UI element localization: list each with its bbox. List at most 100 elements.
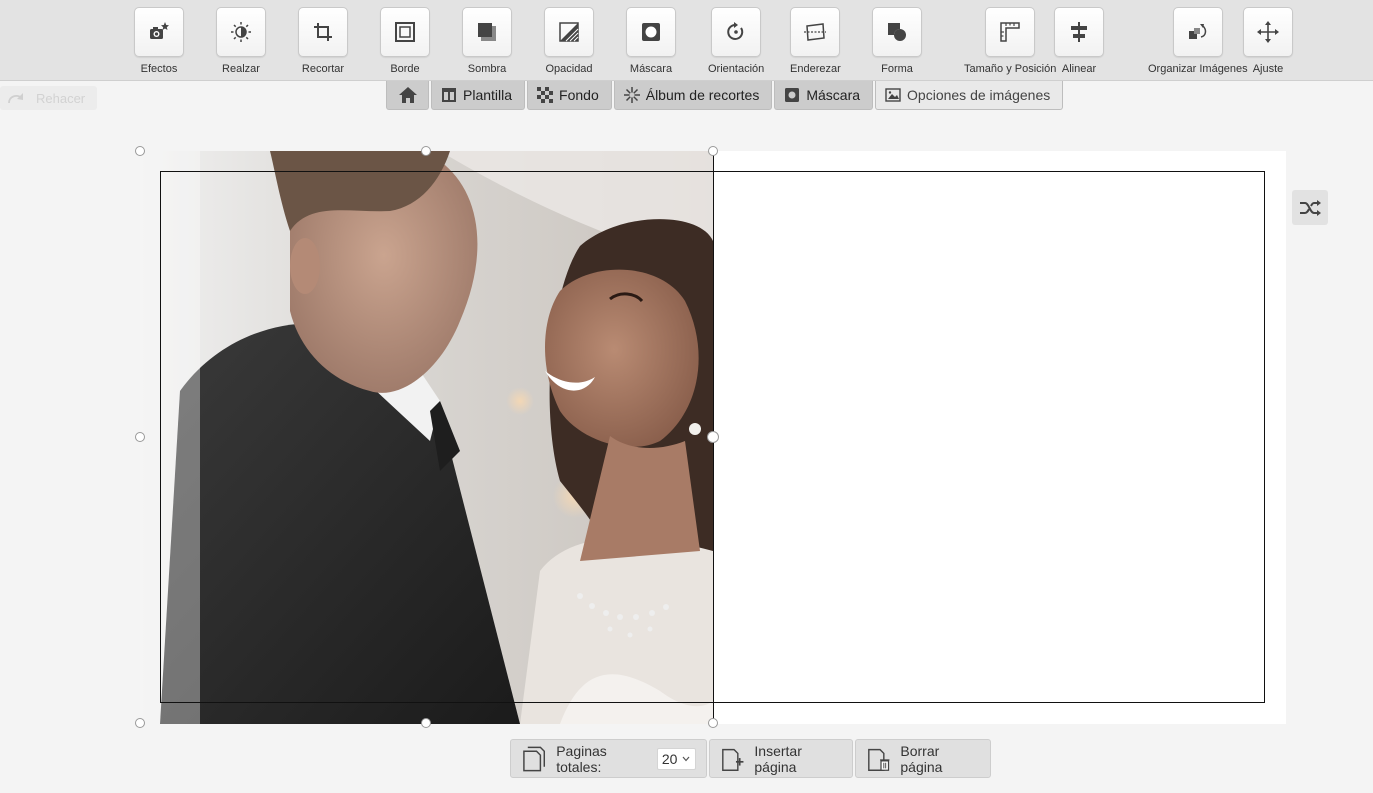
- tool-align-button[interactable]: [1054, 7, 1104, 57]
- tool-arrange-label: Organizar Imágenes: [1148, 63, 1248, 75]
- tab-template-label: Plantilla: [463, 87, 513, 103]
- resize-handle-bottom[interactable]: [421, 718, 431, 728]
- align-icon: [1071, 22, 1087, 42]
- resize-handle-top-right[interactable]: [708, 146, 718, 156]
- tool-orientation-label: Orientación: [708, 63, 765, 75]
- resize-handle-right[interactable]: [707, 431, 719, 443]
- redo-icon: [8, 93, 23, 104]
- trash-page-icon: [868, 748, 890, 771]
- total-pages-control: Paginas totales: 20: [510, 739, 707, 778]
- tab-template[interactable]: Plantilla: [431, 81, 526, 110]
- tool-enhance[interactable]: Realzar: [216, 7, 266, 75]
- tab-home[interactable]: [386, 81, 429, 110]
- tool-border-button[interactable]: [380, 7, 430, 57]
- checkerboard-icon: [537, 87, 554, 103]
- tool-straighten-label: Enderezar: [790, 63, 841, 75]
- tool-fit[interactable]: Ajuste: [1243, 7, 1293, 75]
- ruler-icon: [1000, 22, 1020, 42]
- border-icon: [395, 22, 415, 42]
- tool-shape-label: Forma: [881, 63, 913, 75]
- tool-straighten-button[interactable]: [790, 7, 841, 57]
- tab-scrapbook-label: Álbum de recortes: [645, 87, 760, 103]
- total-pages-value: 20: [661, 750, 678, 767]
- tab-scrapbook[interactable]: Álbum de recortes: [613, 81, 773, 110]
- tool-opacity[interactable]: Opacidad: [544, 7, 594, 75]
- tool-size-position[interactable]: Tamaño y Posición: [964, 7, 1056, 75]
- tab-image-options[interactable]: Opciones de imágenes: [875, 81, 1064, 110]
- photo-illustration: [140, 151, 713, 724]
- chevron-down-icon: [682, 756, 690, 761]
- home-icon: [398, 87, 417, 103]
- delete-page-button[interactable]: Borrar página: [855, 739, 991, 778]
- image-toolbar: Efectos Realzar Recortar Borde Sombra Op…: [0, 0, 1373, 81]
- redo-button[interactable]: Rehacer: [0, 86, 97, 110]
- tool-align-label: Alinear: [1061, 63, 1097, 75]
- shape-icon: [888, 23, 906, 41]
- mask-icon: [642, 23, 660, 41]
- tool-align[interactable]: Alinear: [1054, 7, 1104, 75]
- tool-size-position-label: Tamaño y Posición: [964, 63, 1057, 75]
- tool-mask-label: Máscara: [629, 63, 673, 75]
- tab-background[interactable]: Fondo: [527, 81, 612, 110]
- tool-effects[interactable]: Efectos: [134, 7, 184, 75]
- delete-page-label: Borrar página: [900, 742, 943, 775]
- camera-star-icon: [150, 22, 169, 39]
- rotate-icon: [727, 22, 744, 40]
- resize-handle-left[interactable]: [135, 432, 145, 442]
- pages-icon: [523, 746, 546, 771]
- tool-mask-button[interactable]: [626, 7, 676, 57]
- tab-image-options-label: Opciones de imágenes: [907, 87, 1051, 103]
- tool-enhance-button[interactable]: [216, 7, 266, 57]
- tool-shadow[interactable]: Sombra: [462, 7, 512, 75]
- tool-effects-label: Efectos: [140, 63, 178, 75]
- redo-label: Rehacer: [36, 90, 86, 106]
- tool-enhance-label: Realzar: [222, 63, 260, 75]
- tool-opacity-button[interactable]: [544, 7, 594, 57]
- tool-crop-label: Recortar: [301, 63, 345, 75]
- tool-fit-button[interactable]: [1243, 7, 1293, 57]
- resize-handle-top[interactable]: [421, 146, 431, 156]
- arrange-icon: [1188, 24, 1207, 39]
- crop-icon: [314, 23, 332, 41]
- tool-crop[interactable]: Recortar: [298, 7, 348, 75]
- tool-fit-label: Ajuste: [1252, 63, 1284, 75]
- tab-background-label: Fondo: [559, 87, 599, 103]
- mask-icon: [785, 88, 800, 102]
- editor-tabs: Plantilla Fondo Álbum de recortes Máscar…: [386, 81, 1065, 110]
- tool-straighten[interactable]: Enderezar: [790, 7, 841, 75]
- insert-page-button[interactable]: Insertar página: [709, 739, 853, 778]
- shuffle-icon: [1300, 199, 1321, 216]
- total-pages-select[interactable]: 20: [656, 747, 696, 770]
- sparkle-icon: [623, 87, 640, 103]
- tool-border-label: Borde: [390, 63, 420, 75]
- tool-effects-button[interactable]: [134, 7, 184, 57]
- tool-crop-button[interactable]: [298, 7, 348, 57]
- resize-handle-bottom-right[interactable]: [708, 718, 718, 728]
- tool-shape[interactable]: Forma: [872, 7, 922, 75]
- tool-mask[interactable]: Máscara: [626, 7, 676, 75]
- tool-orientation-button[interactable]: [711, 7, 762, 57]
- resize-handle-top-left[interactable]: [135, 146, 145, 156]
- tool-orientation[interactable]: Orientación: [708, 7, 764, 75]
- tab-mask[interactable]: Máscara: [774, 81, 874, 110]
- insert-page-icon: [722, 748, 744, 771]
- shadow-icon: [478, 23, 496, 41]
- image-icon: [885, 88, 901, 102]
- tool-size-position-button[interactable]: [985, 7, 1036, 57]
- resize-handle-bottom-left[interactable]: [135, 718, 145, 728]
- straighten-icon: [804, 23, 827, 41]
- opacity-icon: [559, 22, 579, 42]
- tab-mask-label: Máscara: [806, 87, 861, 103]
- move-icon: [1257, 21, 1279, 43]
- pages-bar: Paginas totales: 20 Insertar página Borr…: [510, 739, 993, 778]
- tool-arrange[interactable]: Organizar Imágenes: [1148, 7, 1248, 75]
- brightness-icon: [231, 22, 251, 42]
- tool-border[interactable]: Borde: [380, 7, 430, 75]
- tool-shape-button[interactable]: [872, 7, 922, 57]
- shuffle-button[interactable]: [1292, 190, 1328, 225]
- tool-arrange-button[interactable]: [1172, 7, 1223, 57]
- tool-shadow-label: Sombra: [467, 63, 507, 75]
- total-pages-label: Paginas totales:: [556, 742, 607, 775]
- wedding-photo[interactable]: [140, 151, 713, 724]
- tool-shadow-button[interactable]: [462, 7, 512, 57]
